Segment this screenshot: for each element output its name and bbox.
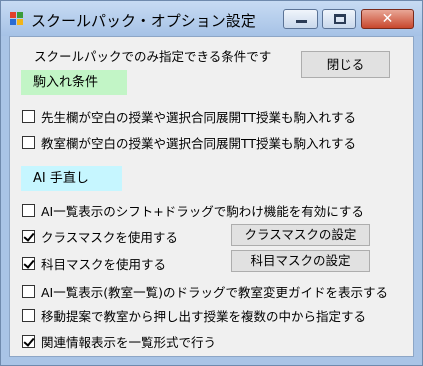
maximize-icon <box>334 14 346 24</box>
option-label: 先生欄が空白の授業や選択合同展開TT授業も駒入れする <box>41 109 357 125</box>
title-bar[interactable]: スクールパック・オプション設定 ✕ <box>1 1 422 36</box>
option-push-out-multiple[interactable]: 移動提案で教室から押し出す授業を複数の中から指定する <box>22 305 366 325</box>
option-label: AI一覧表示のシフト+ドラッグで駒わけ機能を有効にする <box>41 203 364 219</box>
checkbox-checked[interactable] <box>22 334 35 348</box>
checkbox[interactable] <box>22 203 35 217</box>
option-subject-mask[interactable]: 科目マスクを使用する <box>22 253 166 273</box>
minimize-button[interactable] <box>283 9 318 29</box>
option-label: 科目マスクを使用する <box>41 256 167 272</box>
close-icon: ✕ <box>381 11 394 27</box>
subject-mask-settings-button[interactable]: 科目マスクの設定 <box>231 250 370 272</box>
checkbox[interactable] <box>22 284 35 298</box>
option-label: 関連情報表示を一覧形式で行う <box>41 334 217 350</box>
option-related-info-list[interactable]: 関連情報表示を一覧形式で行う <box>22 331 216 351</box>
window-close-button[interactable]: ✕ <box>361 9 414 29</box>
option-shift-drag-split[interactable]: AI一覧表示のシフト+ドラッグで駒わけ機能を有効にする <box>22 200 364 220</box>
options-window: スクールパック・オプション設定 ✕ スクールパックでのみ指定できる条件です 閉じ… <box>0 0 423 366</box>
checkbox[interactable] <box>22 135 35 149</box>
header-note: スクールパックでのみ指定できる条件です <box>34 49 272 64</box>
option-teacher-blank[interactable]: 先生欄が空白の授業や選択合同展開TT授業も駒入れする <box>22 106 356 126</box>
dialog-body: スクールパックでのみ指定できる条件です 閉じる 駒入れ条件 先生欄が空白の授業や… <box>9 36 414 357</box>
option-label: クラスマスクを使用する <box>41 229 178 245</box>
checkbox[interactable] <box>22 308 35 322</box>
checkbox-checked[interactable] <box>22 229 35 243</box>
section-title-koma-ire: 駒入れ条件 <box>21 70 127 95</box>
option-label: 移動提案で教室から押し出す授業を複数の中から指定する <box>41 308 367 324</box>
checkbox[interactable] <box>22 109 35 123</box>
section-title-ai-fix: AI 手直し <box>21 166 122 191</box>
class-mask-settings-button[interactable]: クラスマスクの設定 <box>231 224 370 246</box>
minimize-icon <box>296 20 307 23</box>
maximize-button[interactable] <box>322 9 356 29</box>
option-room-change-guide[interactable]: AI一覧表示(教室一覧)のドラッグで教室変更ガイドを表示する <box>22 281 388 301</box>
option-room-blank[interactable]: 教室欄が空白の授業や選択合同展開TT授業も駒入れする <box>22 132 356 152</box>
app-icon <box>10 12 24 26</box>
option-label: AI一覧表示(教室一覧)のドラッグで教室変更ガイドを表示する <box>41 284 388 300</box>
close-dialog-button[interactable]: 閉じる <box>301 51 390 78</box>
option-label: 教室欄が空白の授業や選択合同展開TT授業も駒入れする <box>41 135 357 151</box>
option-class-mask[interactable]: クラスマスクを使用する <box>22 226 178 246</box>
window-title: スクールパック・オプション設定 <box>31 12 256 30</box>
checkbox-checked[interactable] <box>22 256 35 270</box>
